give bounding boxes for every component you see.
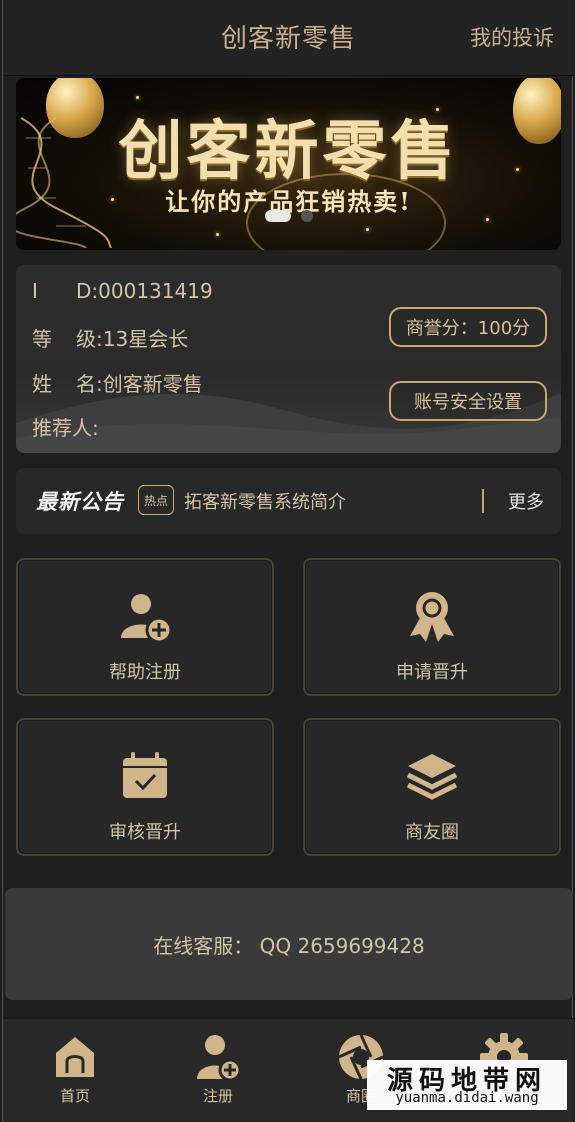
announcement-bar: 最新公告 热点 拓客新零售系统简介 更多 (16, 468, 561, 534)
customer-service-qq[interactable]: 在线客服： QQ 2659699428 (5, 930, 573, 959)
tile-label: 申请晋升 (396, 662, 468, 683)
more-announcements-link[interactable]: 更多 (508, 488, 544, 514)
name-label-part1: 姓 (32, 372, 52, 396)
account-security-button[interactable]: 账号安全设置 (389, 381, 547, 421)
member-id-value: 000131419 (98, 279, 213, 303)
member-name-value: 创客新零售 (102, 372, 203, 396)
name-label-part2: 名: (76, 372, 103, 396)
level-label-part1: 等 (32, 327, 52, 351)
level-label-part2: 级: (76, 327, 103, 351)
member-id-row: I D:000131419 (32, 279, 213, 303)
tile-label: 商友圈 (405, 822, 459, 843)
referrer-label: 推荐人: (32, 416, 99, 440)
review-promotion-tile[interactable]: 审核晋升 (16, 718, 274, 856)
reputation-score-button[interactable]: 商誉分：100分 (389, 307, 547, 347)
help-register-tile[interactable]: 帮助注册 (16, 558, 274, 696)
app-frame: 创客新零售 我的投诉 创客新零售 让你的产品狂销热卖! I D:00013141… (2, 0, 574, 1122)
carousel-dot-active[interactable] (264, 210, 291, 222)
tab-home[interactable]: 首页 (30, 1033, 120, 1119)
user-add-icon (173, 1033, 263, 1083)
hot-badge: 热点 (138, 485, 174, 515)
carousel-dot[interactable] (300, 210, 313, 222)
calendar-check-icon (18, 748, 272, 804)
my-complaints-link[interactable]: 我的投诉 (470, 22, 554, 52)
apply-promotion-tile[interactable]: 申请晋升 (303, 558, 561, 696)
layers-stack-icon (305, 748, 559, 804)
award-ribbon-icon (305, 588, 559, 644)
referrer-row: 推荐人: (32, 412, 99, 441)
tab-register[interactable]: 注册 (173, 1033, 263, 1119)
promo-banner[interactable]: 创客新零售 让你的产品狂销热卖! (16, 78, 561, 250)
announcement-label: 最新公告 (36, 490, 124, 514)
sparkle (216, 233, 219, 236)
online-service-box: 在线客服： QQ 2659699428 (5, 888, 573, 1000)
business-circle-tile[interactable]: 商友圈 (303, 718, 561, 856)
site-watermark: 源码地带网 yuanma.didai.wang (367, 1060, 567, 1110)
tile-label: 帮助注册 (109, 662, 181, 683)
watermark-url: yuanma.didai.wang (395, 1090, 539, 1106)
top-bar: 创客新零售 我的投诉 (3, 0, 574, 76)
id-label-part1: I (32, 279, 38, 303)
announcement-link[interactable]: 拓客新零售系统简介 (184, 488, 346, 514)
banner-headline: 创客新零售 (118, 114, 459, 189)
member-level-value: 13星会长 (102, 327, 189, 351)
member-name-row: 姓名:创客新零售 (32, 368, 203, 397)
sparkle (136, 96, 139, 99)
sparkle (366, 228, 369, 231)
id-label-part2: D: (76, 279, 99, 303)
tab-label: 首页 (59, 1087, 90, 1105)
member-profile-card: I D:000131419 等级:13星会长 姓名:创客新零售 推荐人: 商誉分：… (16, 265, 561, 453)
divider (482, 489, 484, 513)
user-add-icon (18, 588, 272, 644)
carousel-indicator (16, 210, 561, 222)
tile-label: 审核晋升 (109, 822, 181, 843)
tab-label: 注册 (202, 1087, 233, 1105)
home-icon (30, 1033, 120, 1083)
member-level-row: 等级:13星会长 (32, 323, 188, 352)
